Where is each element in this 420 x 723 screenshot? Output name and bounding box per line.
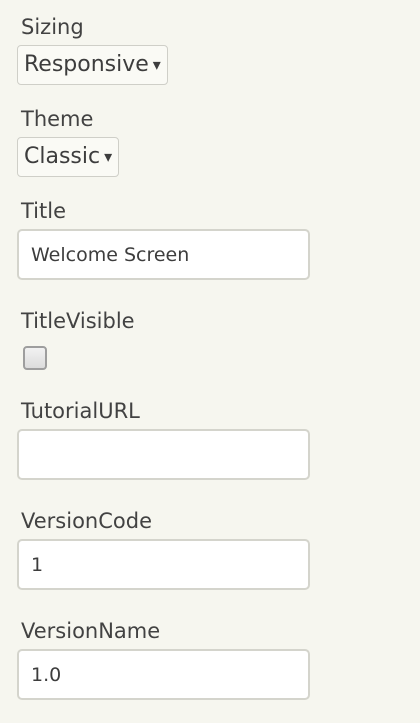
theme-selected-value: Classic [24, 144, 101, 169]
theme-dropdown[interactable]: Classic ▾ [17, 137, 120, 177]
tutorial-url-label: TutorialURL [21, 399, 140, 423]
sizing-label: Sizing [21, 15, 84, 39]
version-name-label: VersionName [21, 619, 161, 643]
sizing-dropdown[interactable]: Responsive ▾ [17, 45, 168, 85]
tutorial-url-input[interactable] [17, 429, 310, 480]
title-label: Title [21, 199, 67, 223]
chevron-down-icon: ▾ [152, 55, 161, 74]
version-code-label: VersionCode [21, 509, 152, 533]
version-code-input[interactable] [17, 539, 310, 590]
title-input[interactable] [17, 229, 310, 280]
sizing-selected-value: Responsive [24, 52, 149, 77]
version-name-input[interactable] [17, 649, 310, 700]
title-visible-label: TitleVisible [21, 309, 135, 333]
chevron-down-icon: ▾ [104, 147, 113, 166]
theme-label: Theme [21, 107, 94, 131]
title-visible-checkbox[interactable] [23, 346, 47, 370]
properties-panel: Sizing Responsive ▾ Theme Classic ▾ Title … [0, 0, 420, 723]
